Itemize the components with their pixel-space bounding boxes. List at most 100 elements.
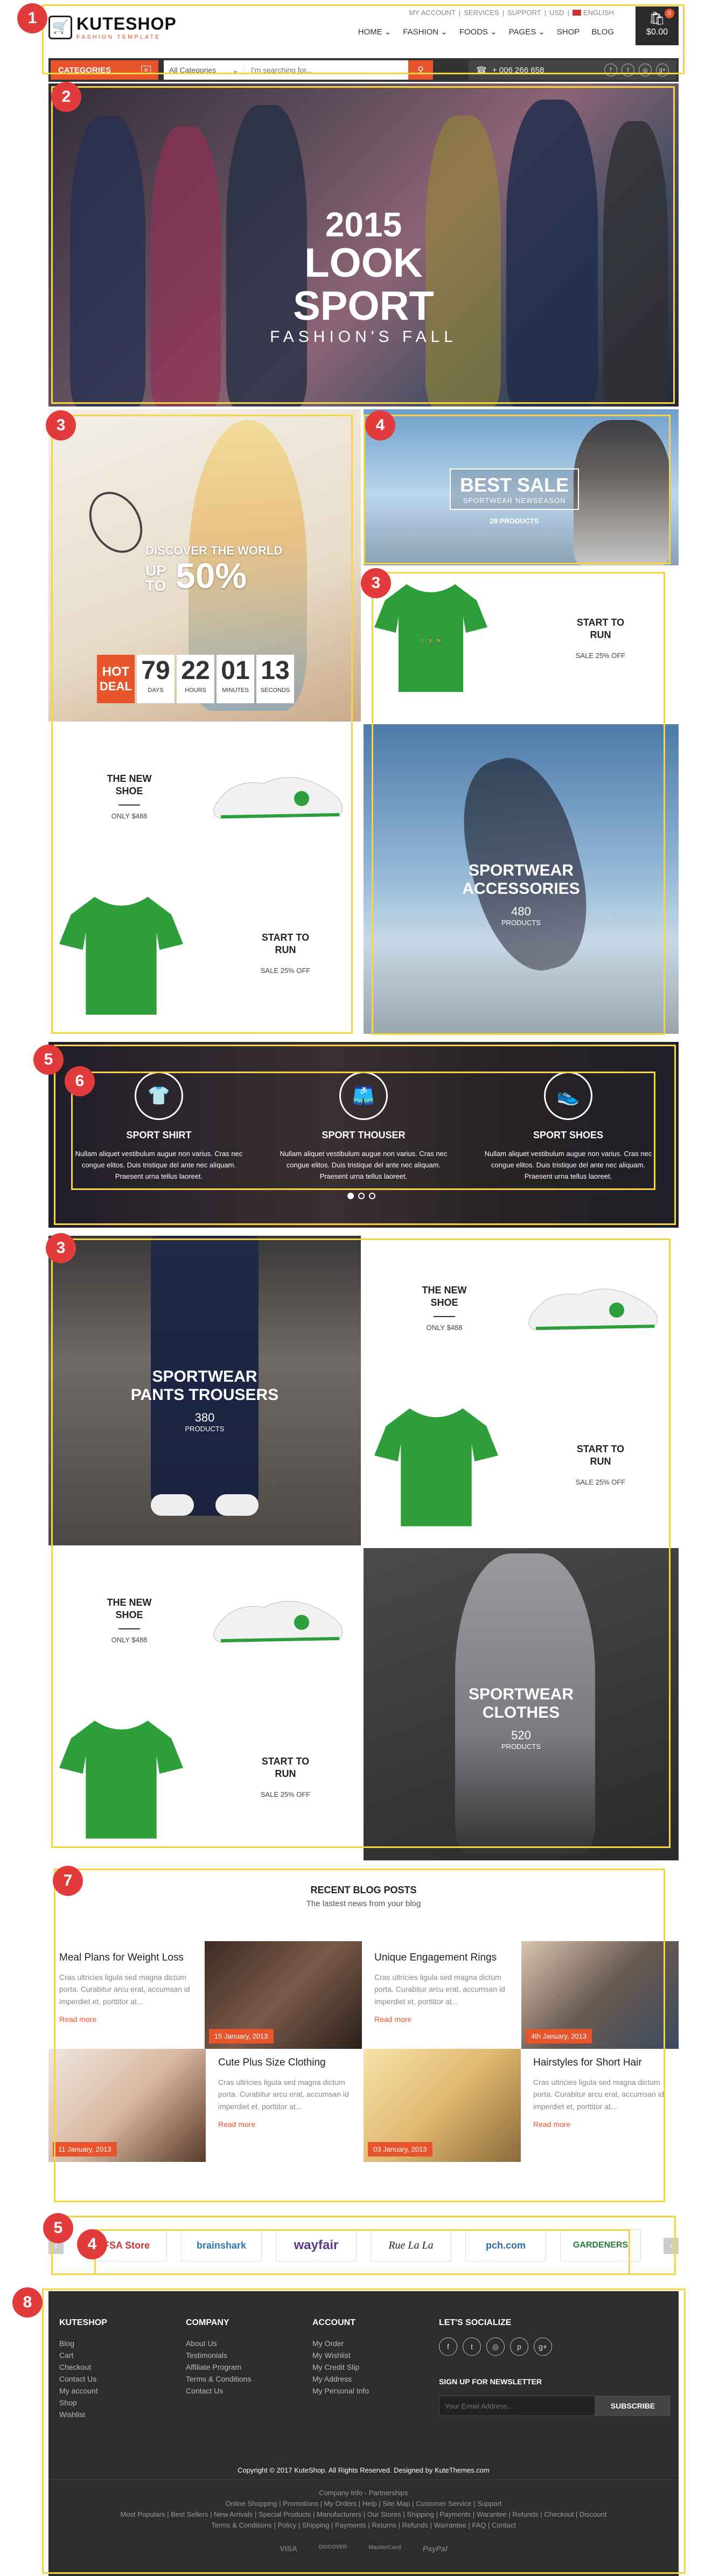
product-card[interactable]: START TO RUN SALE 25% OFF — [48, 878, 361, 1034]
blog-post-image[interactable]: 03 January, 2013 — [364, 2049, 521, 2162]
blog-post-excerpt: Cras ultricies ligula sed magna dictum p… — [533, 2078, 664, 2111]
currency-select[interactable]: USD — [549, 9, 564, 17]
facebook-icon[interactable]: f — [439, 2337, 457, 2356]
cart-button[interactable]: 🛍 0 $0.00 — [636, 6, 679, 45]
brand-logo[interactable]: pch.com — [465, 2229, 546, 2262]
footer-link[interactable]: About Us — [186, 2337, 304, 2349]
nav-home[interactable]: HOME ⌄ — [358, 27, 392, 37]
product-card[interactable]: THE NEW SHOE ONLY $488 — [48, 724, 361, 878]
blog-post[interactable]: Unique Engagement Rings Cras ultricies l… — [374, 1952, 514, 2024]
blog-post-image[interactable]: 4th January, 2013 — [521, 1941, 679, 2049]
footer-link[interactable]: My Order — [312, 2337, 431, 2349]
language-select[interactable]: ENGLISH — [583, 9, 614, 17]
search-button[interactable]: ⚲ — [408, 60, 433, 80]
chevron-down-icon: ⌄ — [538, 27, 545, 37]
twitter-icon[interactable]: t — [622, 64, 634, 76]
product-card[interactable]: THE NEW SHOE ONLY $488 — [48, 1548, 361, 1702]
blog-post[interactable]: Hairstyles for Short Hair Cras ultricies… — [533, 2057, 673, 2129]
footer-link[interactable]: Terms & Conditions — [186, 2373, 304, 2385]
blog-post-title[interactable]: Hairstyles for Short Hair — [533, 2057, 673, 2069]
top-link-account[interactable]: MY ACCOUNT — [409, 9, 455, 17]
carousel-dot[interactable] — [347, 1193, 354, 1199]
footer-link[interactable]: Wishlist — [59, 2409, 178, 2420]
google-plus-icon[interactable]: g+ — [534, 2337, 552, 2356]
footer-link[interactable]: Testimonials — [186, 2349, 304, 2361]
facebook-icon[interactable]: f — [604, 64, 617, 76]
footer-link[interactable]: Contact Us — [59, 2373, 178, 2385]
footer-link[interactable]: Shop — [59, 2397, 178, 2409]
categories-button[interactable]: CATEGORIES ≡ — [51, 60, 158, 80]
blog-post-image[interactable]: 11 January, 2013 — [48, 2049, 206, 2162]
footer-link[interactable]: My Credit Slip — [312, 2361, 431, 2373]
nav-foods[interactable]: FOODS ⌄ — [459, 27, 497, 37]
read-more-link[interactable]: Read more — [59, 2015, 194, 2024]
next-arrow-icon[interactable]: › — [664, 2238, 679, 2254]
hot-deal-banner[interactable]: DISCOVER THE WORLD UP TO 50% HOT DEAL 79 … — [48, 409, 361, 722]
footer-link[interactable]: My Personal Info — [312, 2385, 431, 2397]
instagram-icon[interactable]: ◎ — [486, 2337, 505, 2356]
footer-link[interactable]: Blog — [59, 2337, 178, 2349]
nav-fashion[interactable]: FASHION ⌄ — [403, 27, 447, 37]
product-card[interactable]: START TO RUN SALE 25% OFF — [48, 1702, 361, 1860]
category-select[interactable]: All Categories ⌄ — [164, 65, 245, 75]
search-input[interactable] — [245, 61, 408, 79]
footer-heading: COMPANY — [186, 2318, 229, 2327]
product-card[interactable]: START TO RUN SALE 25% OFF — [364, 1389, 679, 1545]
logo[interactable]: 🛒 KUTESHOP FASHION TEMPLATE — [48, 14, 177, 40]
product-card[interactable]: THE NEW SHOE ONLY $488 — [364, 1236, 679, 1389]
category-trousers[interactable]: SPORTWEAR PANTS TROUSERS 380 Products — [48, 1236, 361, 1545]
top-link-support[interactable]: SUPPORT — [507, 9, 541, 17]
footer-link[interactable]: Cart — [59, 2349, 178, 2361]
brand-logo[interactable]: GARDENERS — [560, 2229, 641, 2262]
blog-post-title[interactable]: Meal Plans for Weight Loss — [59, 1952, 194, 1964]
footer-link[interactable]: My Wishlist — [312, 2349, 431, 2361]
product-card[interactable]: 🚶‍♂️🚶🏃 START TO RUN SALE 25% OFF — [364, 568, 679, 722]
annotation-marker: 6 — [65, 1066, 95, 1096]
instagram-icon[interactable]: ◎ — [639, 64, 652, 76]
category-accessories[interactable]: SPORTWEAR ACCESSORIES 480 Products — [364, 724, 679, 1034]
sneaker-image — [151, 1494, 194, 1516]
footer-link[interactable]: My Address — [312, 2373, 431, 2385]
brand-logo[interactable]: wayfair — [276, 2229, 357, 2262]
google-plus-icon[interactable]: g+ — [656, 64, 669, 76]
twitter-icon[interactable]: t — [463, 2337, 481, 2356]
blog-post-title[interactable]: Cute Plus Size Clothing — [218, 2057, 358, 2069]
brand-logo[interactable]: brainshark — [181, 2229, 262, 2262]
footer-link-row[interactable]: Terms & Conditions | Policy | Shipping |… — [48, 2520, 679, 2531]
read-more-link[interactable]: Read more — [374, 2015, 514, 2024]
pinterest-icon[interactable]: p — [510, 2337, 528, 2356]
blog-post[interactable]: Meal Plans for Weight Loss Cras ultricie… — [59, 1952, 194, 2024]
top-link-services[interactable]: SERVICES — [464, 9, 499, 17]
read-more-link[interactable]: Read more — [533, 2120, 673, 2129]
best-sale-banner[interactable]: BEST SALE SPORTWEAR NEWSEASON 28 PRODUCT… — [364, 409, 679, 565]
paypal-icon: PayPal — [422, 2544, 448, 2553]
footer: KUTESHOP Blog Cart Checkout Contact Us M… — [48, 2291, 679, 2576]
nav-blog[interactable]: BLOG — [591, 27, 614, 37]
footer-link[interactable]: Checkout — [59, 2361, 178, 2373]
footer-heading: LET'S SOCIALIZE — [439, 2318, 512, 2327]
newsletter-email-input[interactable] — [439, 2396, 595, 2416]
shoe-image — [210, 757, 350, 832]
phone-number: + 006 266 658 — [492, 65, 544, 75]
carousel-dot[interactable] — [369, 1193, 375, 1199]
nav-pages[interactable]: PAGES ⌄ — [509, 27, 545, 37]
discover-icon: DISCOVER — [318, 2544, 347, 2550]
brand-logo[interactable]: Rue La La — [371, 2229, 451, 2262]
read-more-link[interactable]: Read more — [218, 2120, 358, 2129]
subscribe-button[interactable]: SUBSCRIBE — [595, 2396, 671, 2416]
footer-link-row[interactable]: Online Shopping | Promotions | My Orders… — [48, 2498, 679, 2509]
footer-link[interactable]: Contact Us — [186, 2385, 304, 2397]
footer-link-row[interactable]: Most Populars | Best Sellers | New Arriv… — [48, 2509, 679, 2520]
footer-link[interactable]: My account — [59, 2385, 178, 2397]
nav-shop[interactable]: SHOP — [557, 27, 580, 37]
blog-post[interactable]: Cute Plus Size Clothing Cras ultricies l… — [218, 2057, 358, 2129]
footer-link-row[interactable]: Company Info - Partnerships — [48, 2488, 679, 2498]
product-info: START TO RUN SALE 25% OFF — [541, 617, 660, 660]
hero-banner[interactable]: 2015 LOOK SPORT FASHION'S FALL — [48, 83, 679, 407]
category-clothes[interactable]: SPORTWEAR CLOTHES 520 Products — [364, 1548, 679, 1860]
blog-post-title[interactable]: Unique Engagement Rings — [374, 1952, 514, 1964]
tennis-racket-icon — [79, 482, 153, 563]
blog-post-image[interactable]: 15 January, 2013 — [205, 1941, 362, 2049]
footer-link[interactable]: Affiliate Program — [186, 2361, 304, 2373]
carousel-dot[interactable] — [358, 1193, 365, 1199]
